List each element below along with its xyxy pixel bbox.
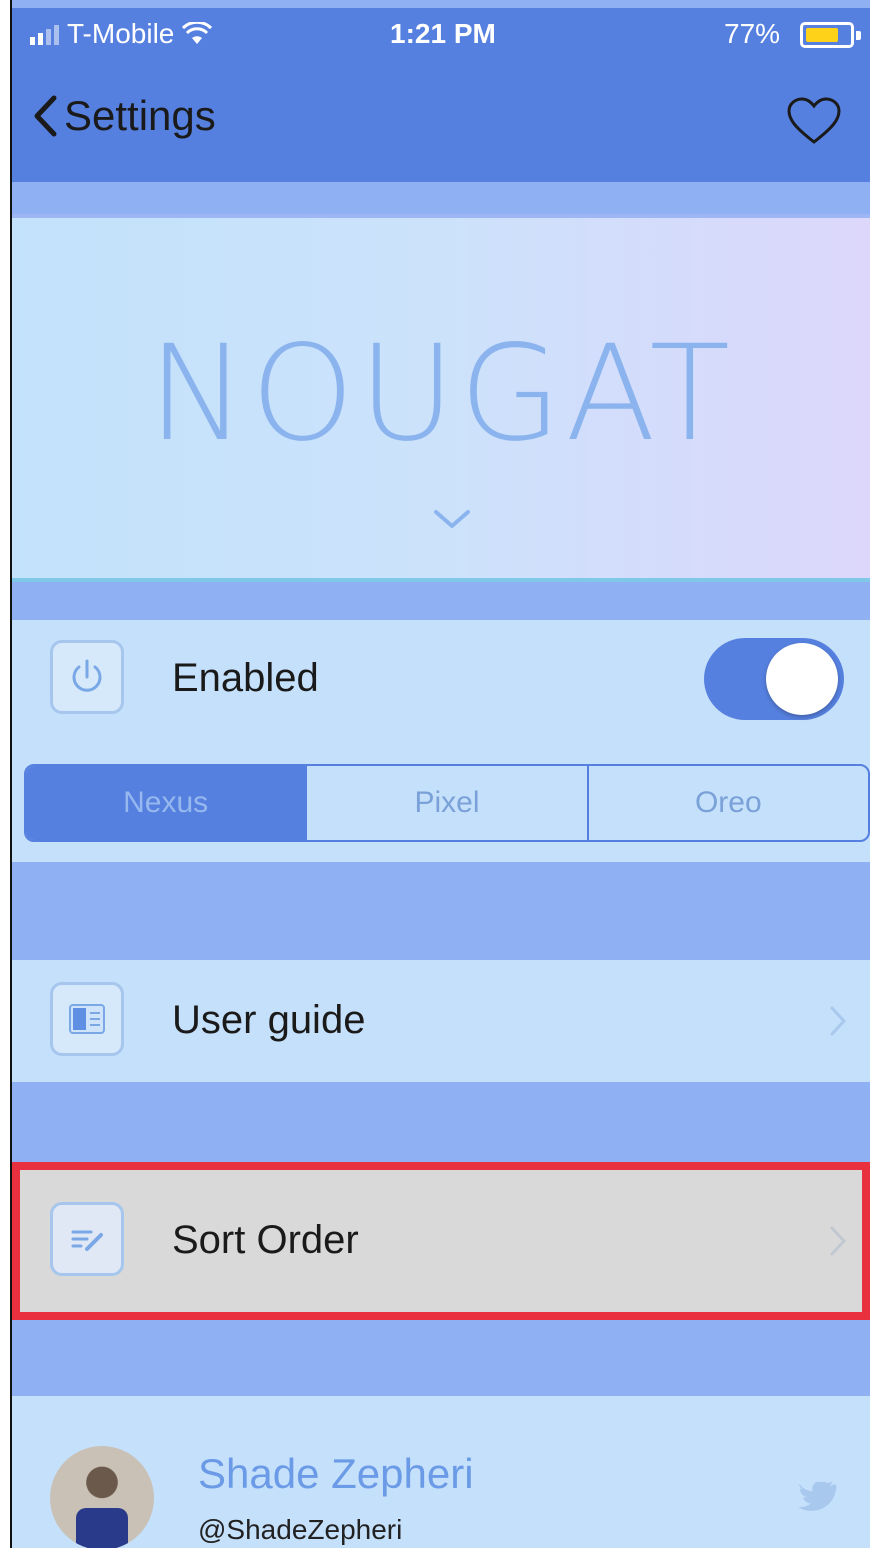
enabled-toggle[interactable]	[704, 638, 844, 720]
sort-order-row[interactable]: Sort Order	[12, 1166, 870, 1316]
status-time: 1:21 PM	[390, 18, 496, 49]
chevron-right-icon	[828, 1224, 848, 1263]
power-icon	[72, 659, 102, 692]
user-guide-row[interactable]: User guide	[12, 960, 870, 1082]
style-segmented-control: Nexus Pixel Oreo	[24, 764, 870, 842]
app-screen: T-Mobile 1:21 PM 77% Settings NOUGAT Ena…	[12, 0, 870, 1548]
guide-icon-box	[50, 982, 124, 1056]
theme-banner[interactable]: NOUGAT	[12, 214, 870, 582]
power-icon-box	[50, 640, 124, 714]
user-guide-label: User guide	[172, 998, 366, 1042]
profile-name: Shade Zepheri	[198, 1450, 474, 1497]
profile-handle: @ShadeZepheri	[198, 1514, 403, 1545]
wifi-icon	[182, 22, 213, 44]
avatar	[50, 1446, 154, 1548]
banner-title: NOUGAT	[147, 317, 735, 471]
chevron-right-icon	[828, 1004, 848, 1043]
expand-button[interactable]	[432, 508, 472, 537]
segment-nexus[interactable]: Nexus	[26, 766, 306, 840]
chevron-down-icon	[434, 510, 470, 528]
book-icon	[69, 1004, 105, 1034]
sort-icon-box	[50, 1202, 124, 1276]
carrier-info: T-Mobile	[30, 18, 213, 50]
enabled-label: Enabled	[172, 656, 319, 700]
battery-fill	[806, 28, 838, 42]
edit-list-icon	[71, 1230, 103, 1251]
toggle-knob	[766, 643, 838, 715]
chevron-left-icon	[34, 95, 57, 137]
back-label: Settings	[64, 92, 216, 139]
favorite-button[interactable]	[786, 96, 842, 151]
carrier-name: T-Mobile	[67, 18, 175, 49]
battery-percent: 77%	[724, 18, 781, 49]
developer-profile-row[interactable]: Shade Zepheri @ShadeZepheri	[12, 1396, 870, 1548]
twitter-icon[interactable]	[798, 1480, 838, 1521]
battery-icon	[800, 22, 861, 48]
enabled-section: Enabled Nexus Pixel Oreo	[12, 620, 870, 862]
navigation-bar: T-Mobile 1:21 PM 77% Settings	[12, 8, 870, 182]
heart-icon	[787, 97, 841, 144]
status-bar: T-Mobile 1:21 PM 77%	[12, 8, 870, 64]
sort-order-label: Sort Order	[172, 1218, 359, 1262]
signal-icon	[30, 23, 59, 45]
segment-oreo[interactable]: Oreo	[586, 766, 868, 840]
segment-pixel[interactable]: Pixel	[305, 766, 586, 840]
back-button[interactable]: Settings	[32, 92, 216, 140]
